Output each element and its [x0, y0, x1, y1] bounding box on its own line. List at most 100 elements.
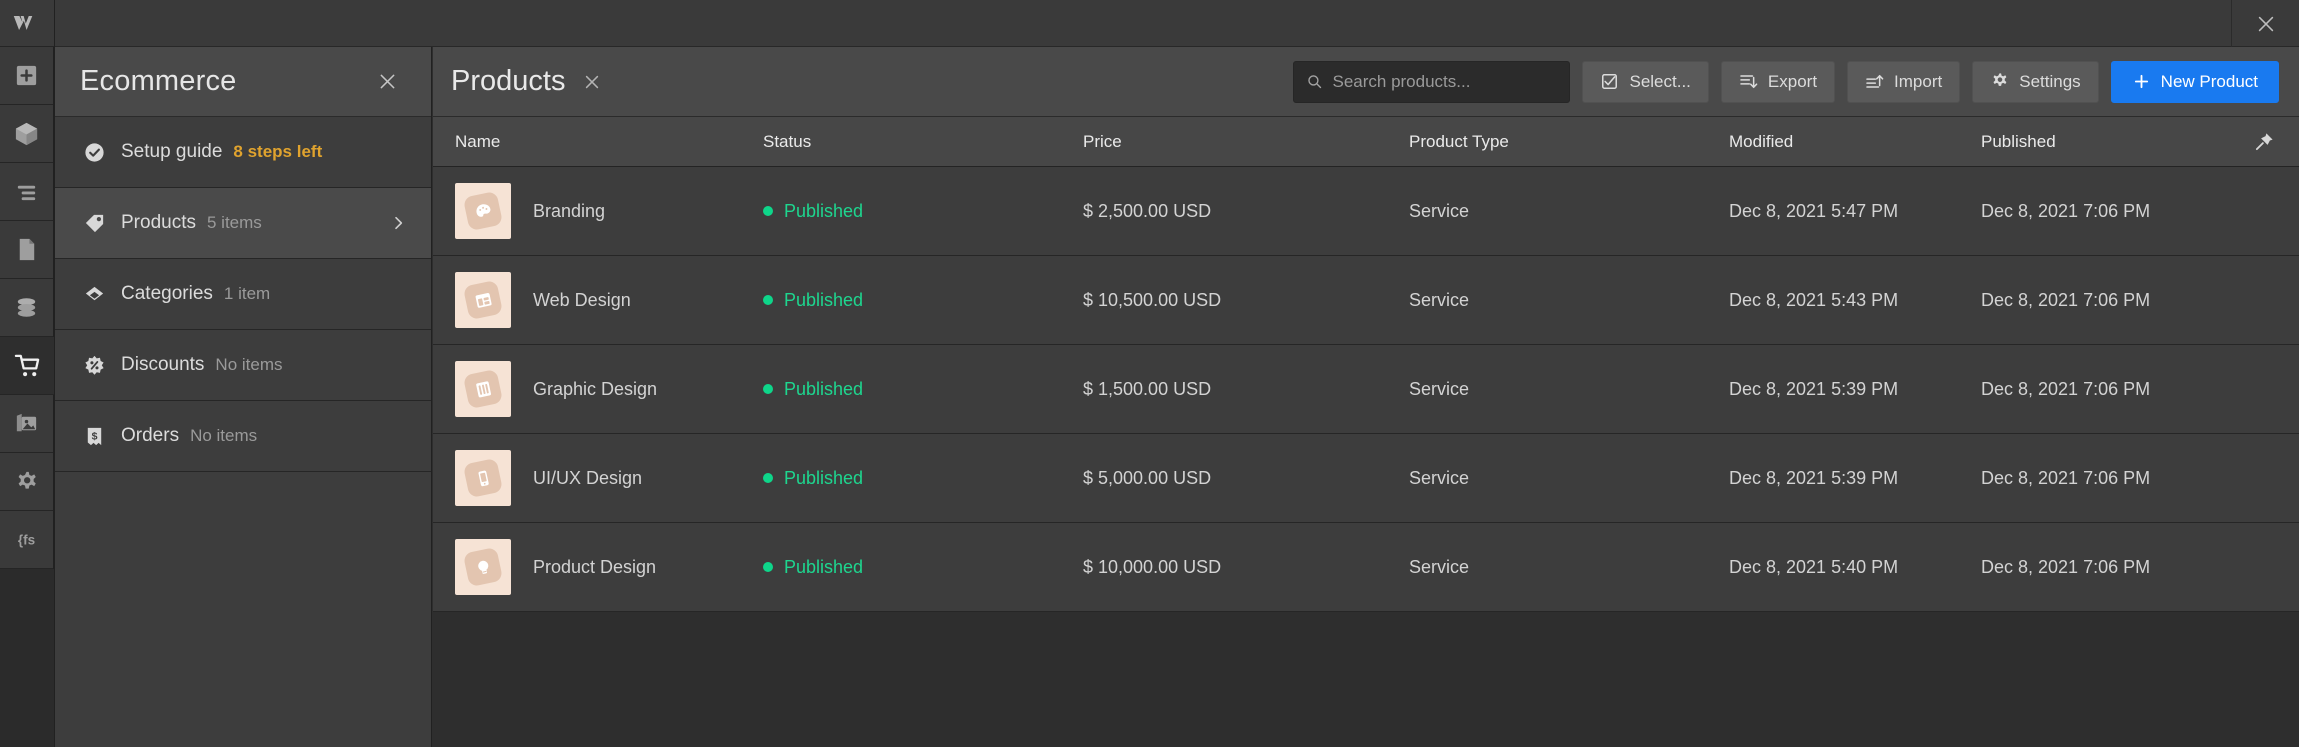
panel-header: Ecommerce: [55, 47, 431, 117]
product-published: Dec 8, 2021 7:06 PM: [1981, 467, 2151, 488]
product-thumbnail: [455, 183, 511, 239]
column-header-published[interactable]: Published: [1981, 132, 2221, 152]
product-name-cell: Graphic Design: [433, 361, 763, 417]
pin-column-button[interactable]: [2221, 131, 2299, 153]
table-row[interactable]: Branding Published $ 2,500.00 USD Servic…: [433, 167, 2299, 256]
settings-button[interactable]: Settings: [1972, 60, 2099, 103]
search-products-box[interactable]: [1293, 60, 1571, 103]
pushpin-icon: [2255, 132, 2273, 150]
search-input[interactable]: [1332, 71, 1558, 92]
rail-item-ecommerce[interactable]: [0, 337, 54, 395]
select-button[interactable]: Select...: [1582, 60, 1709, 103]
products-main-area: Products Search products... Select... Ex…: [433, 47, 2299, 747]
table-row[interactable]: Product Design Published $ 10,000.00 USD…: [433, 523, 2299, 612]
product-status-cell: Published: [763, 379, 1083, 400]
ecommerce-panel: Ecommerce Setup guide 8 steps left Produ…: [55, 47, 432, 747]
product-name-cell: Web Design: [433, 272, 763, 328]
sidebar-item-meta: 1 item: [223, 284, 271, 303]
table-row[interactable]: Web Design Published $ 10,500.00 USD Ser…: [433, 256, 2299, 345]
column-header-name[interactable]: Name: [433, 132, 763, 152]
top-strip: [0, 0, 2299, 47]
sidebar-item-meta: No items: [190, 426, 258, 445]
product-modified: Dec 8, 2021 5:47 PM: [1729, 200, 1899, 221]
rail-item-settings[interactable]: [0, 453, 53, 511]
code-fs-icon: {fs: [18, 532, 35, 547]
rail-item-pages[interactable]: [0, 221, 53, 279]
svg-text:$: $: [92, 430, 98, 442]
product-price: $ 10,500.00 USD: [1083, 289, 1222, 310]
rail-item-components[interactable]: [0, 105, 53, 163]
column-header-modified[interactable]: Modified: [1729, 132, 1981, 152]
product-name-cell: UI/UX Design: [433, 450, 763, 506]
status-dot-icon: [763, 206, 773, 216]
column-header-price[interactable]: Price: [1083, 132, 1409, 152]
table-row[interactable]: UI/UX Design Published $ 5,000.00 USD Se…: [433, 434, 2299, 523]
column-header-status[interactable]: Status: [763, 132, 1083, 152]
product-name: UI/UX Design: [533, 467, 643, 488]
rail-item-code[interactable]: {fs: [0, 511, 53, 569]
status-badge: Published: [784, 289, 864, 310]
status-badge: Published: [784, 200, 864, 221]
sidebar-item-discounts[interactable]: Discounts No items: [55, 330, 431, 401]
product-name: Web Design: [533, 289, 631, 310]
product-type: Service: [1409, 289, 1470, 310]
export-down-icon: [1740, 75, 1758, 89]
product-published: Dec 8, 2021 7:06 PM: [1981, 378, 2151, 399]
product-status-cell: Published: [763, 201, 1083, 222]
shopping-cart-icon: [14, 354, 39, 377]
product-price: $ 10,000.00 USD: [1083, 556, 1222, 577]
product-modified: Dec 8, 2021 5:39 PM: [1729, 467, 1899, 488]
status-dot-icon: [763, 295, 773, 305]
product-status-cell: Published: [763, 468, 1083, 489]
tab-close-button[interactable]: [582, 72, 602, 92]
new-product-button-label: New Product: [2160, 71, 2258, 91]
table-row[interactable]: Graphic Design Published $ 1,500.00 USD …: [433, 345, 2299, 434]
webflow-logo-button[interactable]: [0, 0, 54, 47]
checkbox-check-icon: [1602, 74, 1618, 89]
sidebar-item-categories[interactable]: Categories 1 item: [55, 259, 431, 330]
lightbulb-icon: [462, 546, 504, 588]
product-thumbnail: [455, 539, 511, 595]
product-type: Service: [1409, 378, 1470, 399]
panel-close-button[interactable]: [377, 71, 398, 92]
gear-icon: [1993, 73, 2007, 86]
navigator-lines-icon: [17, 185, 36, 201]
window-close-button[interactable]: [2231, 0, 2299, 47]
svg-text:{fs: {fs: [18, 532, 35, 547]
sidebar-item-setup-guide[interactable]: Setup guide 8 steps left: [55, 117, 431, 188]
new-product-button[interactable]: New Product: [2110, 60, 2279, 103]
product-status-cell: Published: [763, 290, 1083, 311]
left-icon-rail: {fs: [0, 0, 55, 747]
import-up-icon: [1866, 74, 1884, 88]
rail-item-add-elements[interactable]: [0, 47, 53, 105]
close-icon: [2258, 16, 2273, 31]
export-button[interactable]: Export: [1720, 60, 1836, 103]
pen-ruler-icon: [462, 368, 504, 410]
close-icon: [380, 74, 395, 89]
rail-item-assets[interactable]: [0, 395, 53, 453]
layout-icon: [462, 279, 504, 321]
sidebar-item-label: Orders: [121, 425, 180, 446]
sidebar-item-products[interactable]: Products 5 items: [55, 188, 431, 259]
header-toolbar: Select... Export Import: [1293, 60, 2279, 103]
product-thumbnail: [455, 361, 511, 417]
product-type: Service: [1409, 467, 1470, 488]
sidebar-item-orders[interactable]: $ Orders No items: [55, 401, 431, 472]
sidebar-item-label: Discounts: [121, 354, 205, 375]
products-table: Name Status Price Product Type Modified …: [433, 117, 2299, 747]
select-button-label: Select...: [1629, 71, 1691, 91]
product-status-cell: Published: [763, 557, 1083, 578]
status-dot-icon: [763, 562, 773, 572]
product-thumbnail: [455, 450, 511, 506]
receipt-dollar-icon: $: [81, 423, 108, 450]
rail-item-cms[interactable]: [0, 279, 53, 337]
check-circle-icon: [81, 139, 108, 166]
plus-icon: [2134, 74, 2148, 89]
plus-square-icon: [16, 65, 37, 86]
column-header-type[interactable]: Product Type: [1409, 132, 1729, 152]
chevron-right-icon[interactable]: [390, 215, 406, 231]
import-button[interactable]: Import: [1847, 60, 1961, 103]
status-badge: Published: [784, 467, 864, 488]
product-price: $ 2,500.00 USD: [1083, 200, 1212, 221]
rail-item-navigator[interactable]: [0, 163, 53, 221]
